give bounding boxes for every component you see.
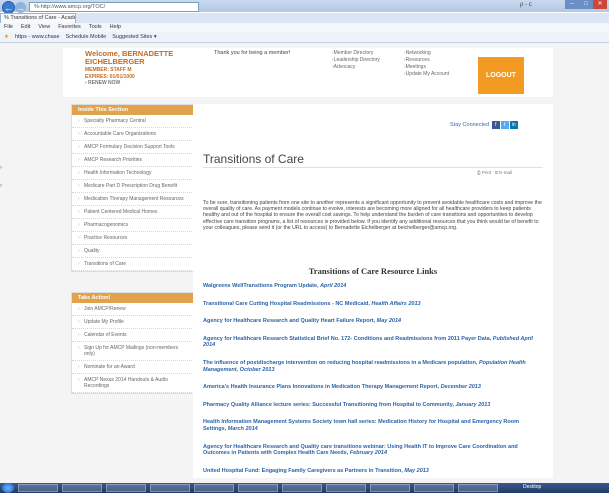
resource-link[interactable]: Transitional Care Cutting Hospital Readm… bbox=[203, 301, 543, 308]
resource-link[interactable]: Pharmacy Quality Alliance lecture series… bbox=[203, 402, 543, 409]
sidebar-item[interactable]: Pharmacogenomics bbox=[72, 219, 194, 232]
address-bar[interactable]: %-http://www.amcp.org/TOC/ bbox=[29, 2, 199, 12]
sidebar-item[interactable]: Accountable Care Organizations bbox=[72, 128, 194, 141]
favorite-link[interactable]: Schedule Mobile bbox=[66, 32, 107, 42]
search-refresh-icons[interactable]: ρ - c bbox=[520, 2, 532, 8]
sidebar-item[interactable]: Transitions of Care bbox=[72, 258, 194, 271]
header-link[interactable]: Meetings bbox=[404, 64, 470, 71]
sidebar-item[interactable]: Join AMCP/Renew bbox=[72, 303, 194, 316]
inside-this-section-box: Inside This Section Specialty Pharmacy C… bbox=[71, 104, 195, 272]
menu-bar: File Edit View Favorites Tools Help bbox=[0, 23, 609, 32]
sidebar-item[interactable]: Nominate for an Award bbox=[72, 361, 194, 374]
favorites-bar: ★ https - www.chase Schedule Mobile Sugg… bbox=[0, 32, 609, 43]
resources-heading: Transitions of Care Resource Links bbox=[308, 266, 438, 276]
menu-item[interactable]: Help bbox=[110, 23, 121, 32]
favorite-link[interactable]: Suggested Sites ▾ bbox=[112, 32, 156, 42]
sidebar-item[interactable]: Quality bbox=[72, 245, 194, 258]
maximize-icon[interactable]: □ bbox=[579, 0, 593, 9]
thank-you-message: Thank you for being a member! bbox=[214, 50, 291, 56]
taskbar-app-button[interactable] bbox=[326, 484, 366, 492]
close-icon[interactable]: ✕ bbox=[593, 0, 607, 9]
taskbar-app-button[interactable] bbox=[414, 484, 454, 492]
header-link[interactable]: Member Directory bbox=[332, 50, 402, 57]
linkedin-icon[interactable]: in bbox=[509, 121, 518, 129]
resource-link[interactable]: The influence of postdischarge intervent… bbox=[203, 360, 543, 373]
system-tray: Desktop bbox=[523, 484, 541, 490]
header-link[interactable]: Leadership Directory bbox=[332, 57, 402, 64]
favorites-star-icon[interactable]: ★ bbox=[4, 32, 9, 42]
menu-item[interactable]: View bbox=[38, 23, 50, 32]
sidebar-item[interactable]: AMCP Research Priorities bbox=[72, 154, 194, 167]
print-icon[interactable]: ⎙ bbox=[477, 170, 481, 175]
logout-button[interactable]: LOGOUT bbox=[478, 57, 524, 94]
resource-links-list: Walgreens WellTransitions Program Update… bbox=[203, 283, 543, 485]
menu-item[interactable]: Tools bbox=[89, 23, 102, 32]
taskbar-app-button[interactable] bbox=[150, 484, 190, 492]
sidebar-item[interactable]: Update My Profile bbox=[72, 316, 194, 329]
taskbar-app-button[interactable] bbox=[370, 484, 410, 492]
taskbar-app-button[interactable] bbox=[62, 484, 102, 492]
header-link[interactable]: Networking bbox=[404, 50, 470, 57]
email-icon[interactable]: ✉ bbox=[495, 170, 498, 175]
taskbar-app-button[interactable] bbox=[458, 484, 498, 492]
welcome-text: Welcome, BERNADETTE EICHELBERGER bbox=[85, 49, 174, 66]
section-heading: Inside This Section bbox=[72, 105, 194, 115]
favorite-link[interactable]: https - www.chase bbox=[15, 32, 60, 42]
facebook-icon[interactable]: f bbox=[491, 121, 500, 129]
header-links-col2: Networking Resources Meetings Update My … bbox=[404, 50, 470, 78]
header-link[interactable]: Resources bbox=[404, 57, 470, 64]
stay-connected: Stay Connected f t in bbox=[450, 121, 518, 129]
sidebar-item[interactable]: Calendar of Events bbox=[72, 329, 194, 342]
resource-link[interactable]: Agency for Healthcare Research and Quali… bbox=[203, 318, 543, 325]
menu-item[interactable]: File bbox=[4, 23, 13, 32]
header-links-col1: Member Directory Leadership Directory Ad… bbox=[332, 50, 402, 71]
sidebar-item[interactable]: Medicare Part D Prescription Drug Benefi… bbox=[72, 180, 194, 193]
taskbar-app-button[interactable] bbox=[238, 484, 278, 492]
resource-link[interactable]: United Hospital Fund: Engaging Family Ca… bbox=[203, 468, 543, 475]
sidebar-item[interactable]: AMCP Nexus 2014 Handouts & Audio Recordi… bbox=[72, 374, 194, 393]
sidebar-item[interactable]: Specialty Pharmacy Central bbox=[72, 115, 194, 128]
tab-strip bbox=[0, 13, 609, 23]
sidebar-item[interactable]: Practice Resources bbox=[72, 232, 194, 245]
sidebar-item[interactable]: Health Information Technology bbox=[72, 167, 194, 180]
sidebar-item[interactable]: Medication Therapy Management Resources bbox=[72, 193, 194, 206]
minimize-icon[interactable]: – bbox=[565, 0, 579, 9]
resource-link[interactable]: Walgreens WellTransitions Program Update… bbox=[203, 283, 543, 290]
take-action-box: Take Action! Join AMCP/Renew Update My P… bbox=[71, 292, 195, 394]
section-heading: Take Action! bbox=[72, 293, 194, 303]
taskbar-app-button[interactable] bbox=[18, 484, 58, 492]
resource-link[interactable]: America's Health Insurance Plans Innovat… bbox=[203, 384, 543, 391]
sidebar-item[interactable]: Patient Centered Medical Homes bbox=[72, 206, 194, 219]
member-status: MEMBER: STAFF M bbox=[85, 67, 132, 73]
stay-connected-label: Stay Connected bbox=[450, 122, 490, 128]
taskbar-app-button[interactable] bbox=[106, 484, 146, 492]
header-link[interactable]: Update My Account bbox=[404, 71, 470, 78]
taskbar-app-button[interactable] bbox=[194, 484, 234, 492]
menu-item[interactable]: Favorites bbox=[58, 23, 81, 32]
tray-label[interactable]: Desktop bbox=[523, 484, 541, 490]
taskbar-app-button[interactable] bbox=[282, 484, 322, 492]
start-button-icon[interactable] bbox=[2, 483, 14, 493]
resource-link[interactable]: Agency for Healthcare Research Statistic… bbox=[203, 336, 543, 349]
sidebar-item[interactable]: AMCP Formulary Decision Support Tools bbox=[72, 141, 194, 154]
resource-link[interactable]: Health Information Management Systems So… bbox=[203, 419, 543, 432]
page-title: Transitions of Care bbox=[203, 152, 304, 166]
email-link[interactable]: E-mail bbox=[499, 170, 512, 175]
left-edge-fragment: › › bbox=[0, 165, 2, 189]
renew-link[interactable]: › RENEW NOW bbox=[85, 80, 120, 86]
twitter-icon[interactable]: t bbox=[500, 121, 509, 129]
resource-link[interactable]: Agency for Healthcare Research and Quali… bbox=[203, 444, 543, 457]
print-link[interactable]: Print bbox=[482, 170, 491, 175]
print-email-tools: ⎙ Print ✉ E-mail bbox=[477, 170, 512, 175]
forward-arrow-icon[interactable]: → bbox=[15, 2, 26, 13]
menu-item[interactable]: Edit bbox=[21, 23, 30, 32]
divider bbox=[203, 167, 543, 168]
sidebar: Inside This Section Specialty Pharmacy C… bbox=[71, 104, 195, 468]
sidebar-item[interactable]: Sign Up for AMCP Mailings (non-members o… bbox=[72, 342, 194, 361]
header-link[interactable]: Advocacy bbox=[332, 64, 402, 71]
window-controls: – □ ✕ bbox=[565, 0, 607, 9]
intro-paragraph: To be sure, transitioning patients from … bbox=[203, 200, 542, 231]
tab-transitions-of-care[interactable]: % Transitions of Care - Acade... ✕ bbox=[0, 13, 76, 23]
